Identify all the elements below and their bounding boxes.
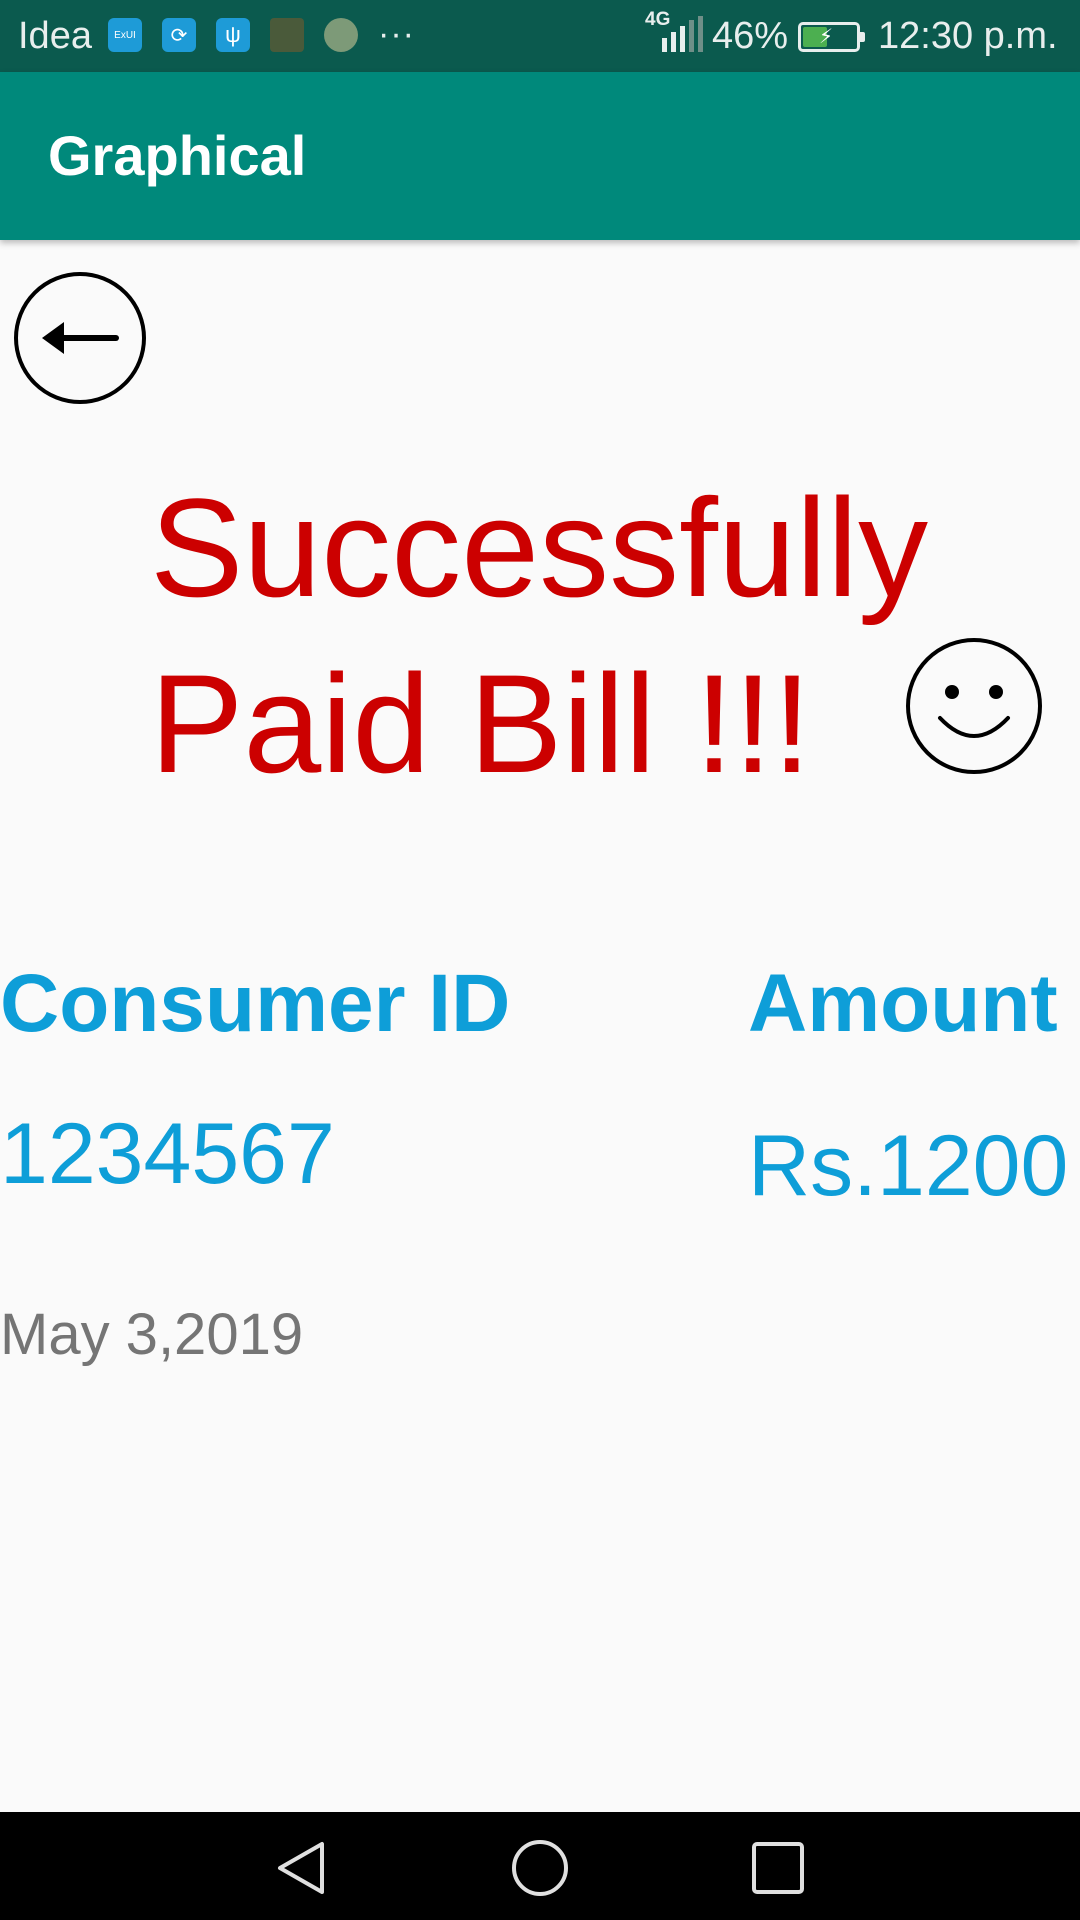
status-bar: Idea ExUI ⟳ ψ ··· 4G 46% ⚡ 12:30 p.m. <box>0 0 1080 72</box>
app-title: Graphical <box>48 124 307 187</box>
clock: 12:30 p.m. <box>878 15 1058 57</box>
back-arrow-icon <box>14 272 146 404</box>
smiley-icon <box>906 638 1042 774</box>
back-triangle-icon <box>278 1842 324 1894</box>
battery-percent: 46% <box>712 15 789 57</box>
back-button[interactable] <box>12 270 148 406</box>
screen: Idea ExUI ⟳ ψ ··· 4G 46% ⚡ 12:30 p.m. Gr… <box>0 0 1080 1920</box>
consumer-id-label: Consumer ID <box>0 958 511 1049</box>
exui-icon: ExUI <box>108 18 142 52</box>
success-line-2: Paid Bill !!! <box>150 645 812 802</box>
battery-icon: ⚡ <box>798 22 865 52</box>
photo-icon <box>270 18 304 52</box>
charging-bolt-icon: ⚡ <box>819 26 834 48</box>
usb-icon: ψ <box>216 18 250 52</box>
sync-icon: ⟳ <box>162 18 196 52</box>
nav-home-button[interactable] <box>508 1836 572 1900</box>
avatar-icon <box>324 18 358 52</box>
payment-date: May 3,2019 <box>0 1302 304 1367</box>
amount-label: Amount <box>748 958 1058 1049</box>
consumer-id-value: 1234567 <box>0 1106 335 1202</box>
success-line-1: Successfully <box>150 469 929 626</box>
nav-back-button[interactable] <box>270 1836 334 1900</box>
battery-tip <box>860 32 865 42</box>
success-message: Successfully Paid Bill !!! <box>150 460 1010 812</box>
home-circle-icon <box>512 1840 568 1896</box>
more-notifications-icon: ··· <box>378 15 415 53</box>
nav-recents-button[interactable] <box>746 1836 810 1900</box>
carrier-name: Idea <box>18 15 92 57</box>
signal-icon <box>662 16 703 52</box>
app-bar: Graphical <box>0 72 1080 240</box>
amount-value: Rs.1200 <box>748 1118 1069 1214</box>
recents-square-icon <box>752 1842 804 1894</box>
navigation-bar <box>0 1812 1080 1920</box>
